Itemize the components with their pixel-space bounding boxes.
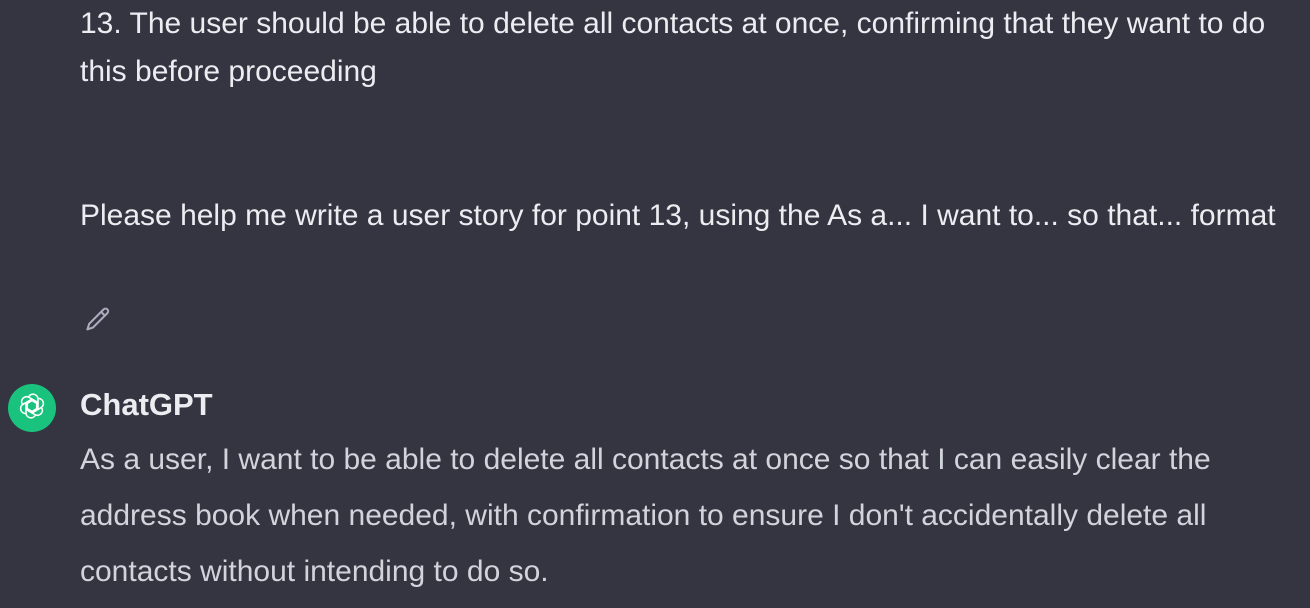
user-message: 13. The user should be able to delete al… — [80, 0, 1305, 240]
assistant-message: As a user, I want to be able to delete a… — [80, 432, 1305, 600]
assistant-message-text: As a user, I want to be able to delete a… — [80, 443, 1211, 588]
assistant-name: ChatGPT — [80, 387, 213, 422]
edit-message-button[interactable] — [82, 306, 114, 338]
assistant-avatar — [8, 384, 56, 432]
user-message-paragraph: Please help me write a user story for po… — [80, 199, 1276, 232]
openai-logo-icon — [17, 391, 47, 426]
pencil-icon — [83, 305, 113, 340]
user-message-paragraph: 13. The user should be able to delete al… — [80, 7, 1266, 88]
